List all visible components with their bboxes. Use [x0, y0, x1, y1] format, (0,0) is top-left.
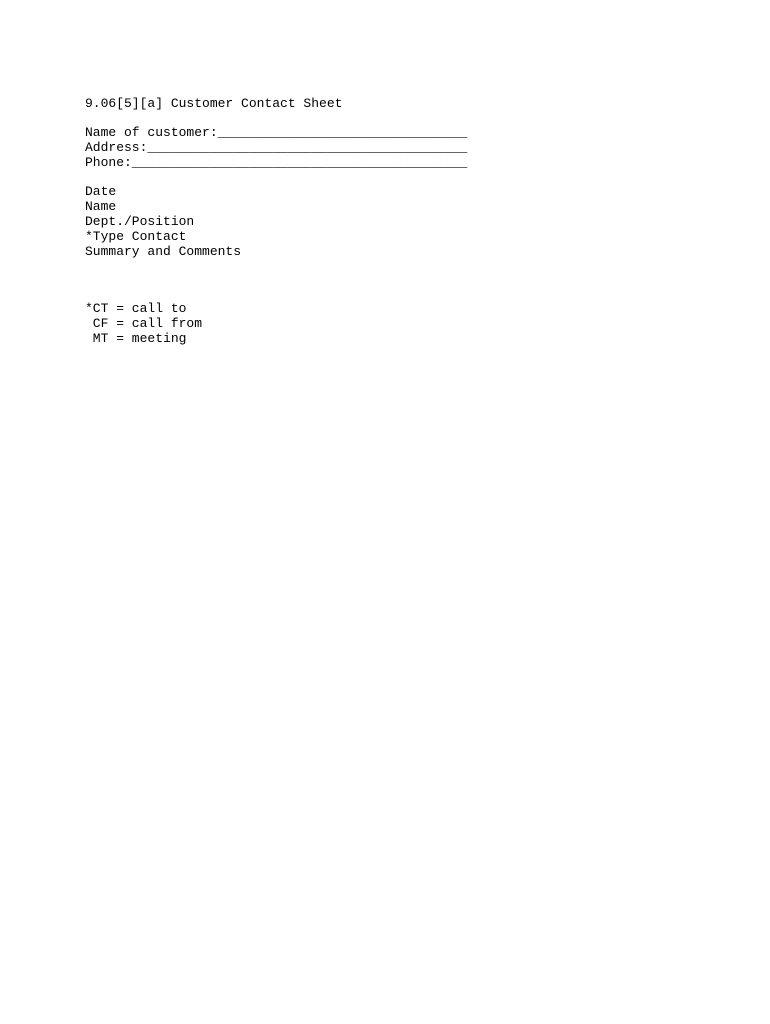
legend-mt: MT = meeting: [85, 332, 770, 347]
column-name: Name: [85, 200, 770, 215]
column-type-contact: *Type Contact: [85, 230, 770, 245]
legend-ct: *CT = call to: [85, 302, 770, 317]
customer-name-field: Name of customer:_______________________…: [85, 126, 770, 141]
document-title: 9.06[5][a] Customer Contact Sheet: [85, 97, 770, 112]
column-date: Date: [85, 185, 770, 200]
phone-field: Phone:__________________________________…: [85, 156, 770, 171]
address-field: Address:________________________________…: [85, 141, 770, 156]
column-dept-position: Dept./Position: [85, 215, 770, 230]
legend-cf: CF = call from: [85, 317, 770, 332]
column-summary: Summary and Comments: [85, 245, 770, 260]
